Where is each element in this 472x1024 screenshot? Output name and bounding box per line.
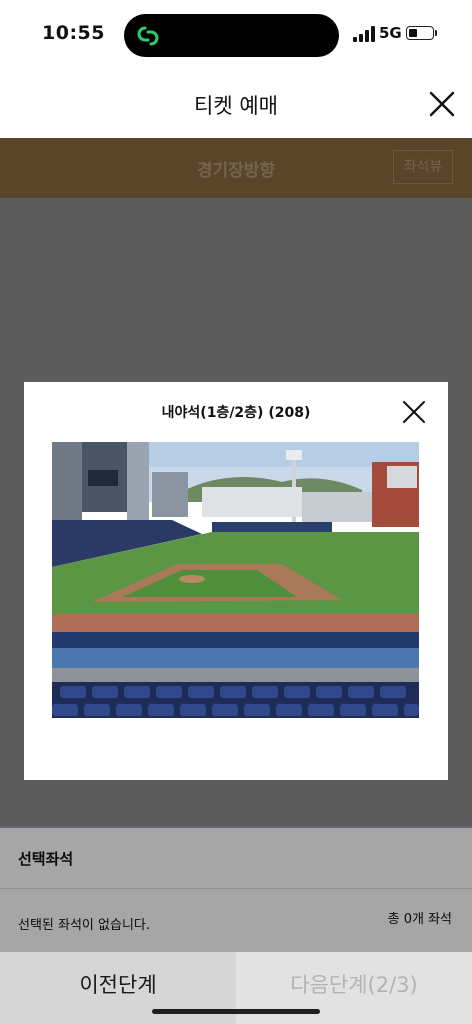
seat-view-modal: 내야석(1층/2층) (208): [24, 382, 448, 780]
seat-view-photo: [52, 442, 419, 718]
battery-icon: [406, 26, 434, 40]
header: 티켓 예매: [0, 70, 472, 138]
dynamic-island: [124, 14, 339, 57]
status-time: 10:55: [42, 22, 105, 44]
home-indicator: [152, 1009, 320, 1014]
modal-title: 내야석(1층/2층) (208): [161, 405, 311, 421]
status-bar: 10:55 5G: [0, 0, 472, 70]
network-type: 5G: [379, 24, 402, 42]
close-icon[interactable]: [428, 90, 456, 118]
battery-tip: [435, 30, 437, 36]
page-title: 티켓 예매: [194, 94, 278, 118]
close-icon[interactable]: [402, 400, 426, 424]
app-activity-icon: [137, 26, 159, 46]
signal-icon: [353, 26, 375, 42]
